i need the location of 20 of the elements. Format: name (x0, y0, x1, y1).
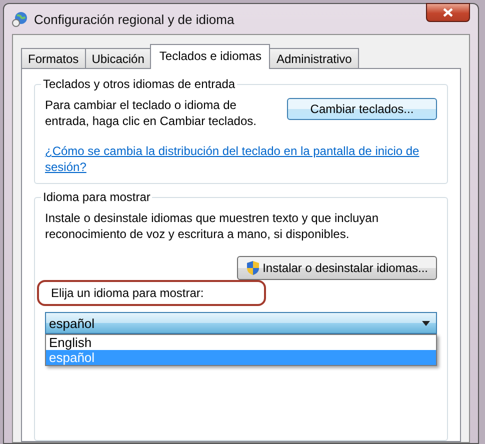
close-icon (443, 8, 453, 17)
group-title: Idioma para mostrar (42, 190, 152, 204)
install-languages-button[interactable]: Instalar o desinstalar idiomas... (236, 256, 437, 280)
close-button[interactable] (426, 3, 470, 22)
change-keyboards-button[interactable]: Cambiar teclados... (287, 98, 437, 120)
tab[interactable]: Formatos (21, 48, 86, 69)
instruction-text: Instale o desinstale idiomas que muestren texto y que incluyan reconocimiento de voz y escritura a mano, si disponibles. (45, 210, 380, 242)
language-dropdown[interactable]: español (45, 312, 437, 334)
tab[interactable]: Ubicación (84, 48, 152, 69)
tab[interactable]: Administrativo (269, 48, 359, 69)
dropdown-arrow-icon (422, 320, 430, 326)
dropdown-option[interactable]: English (46, 335, 436, 350)
shield-icon (246, 260, 260, 276)
group-title: Teclados y otros idiomas de entrada (42, 77, 236, 91)
tab[interactable]: Teclados e idiomas (150, 44, 270, 69)
globe-icon (12, 11, 28, 27)
instruction-text: Para cambiar el teclado o idioma de entrada, haga clic en Cambiar teclados. (45, 97, 258, 129)
window-title: Configuración regional y de idioma (34, 12, 236, 26)
choose-language-label: Elija un idioma para mostrar: (37, 280, 266, 306)
help-link[interactable]: ¿Cómo se cambia la distribución del teclado en la pantalla de inicio de sesión? (45, 143, 437, 175)
